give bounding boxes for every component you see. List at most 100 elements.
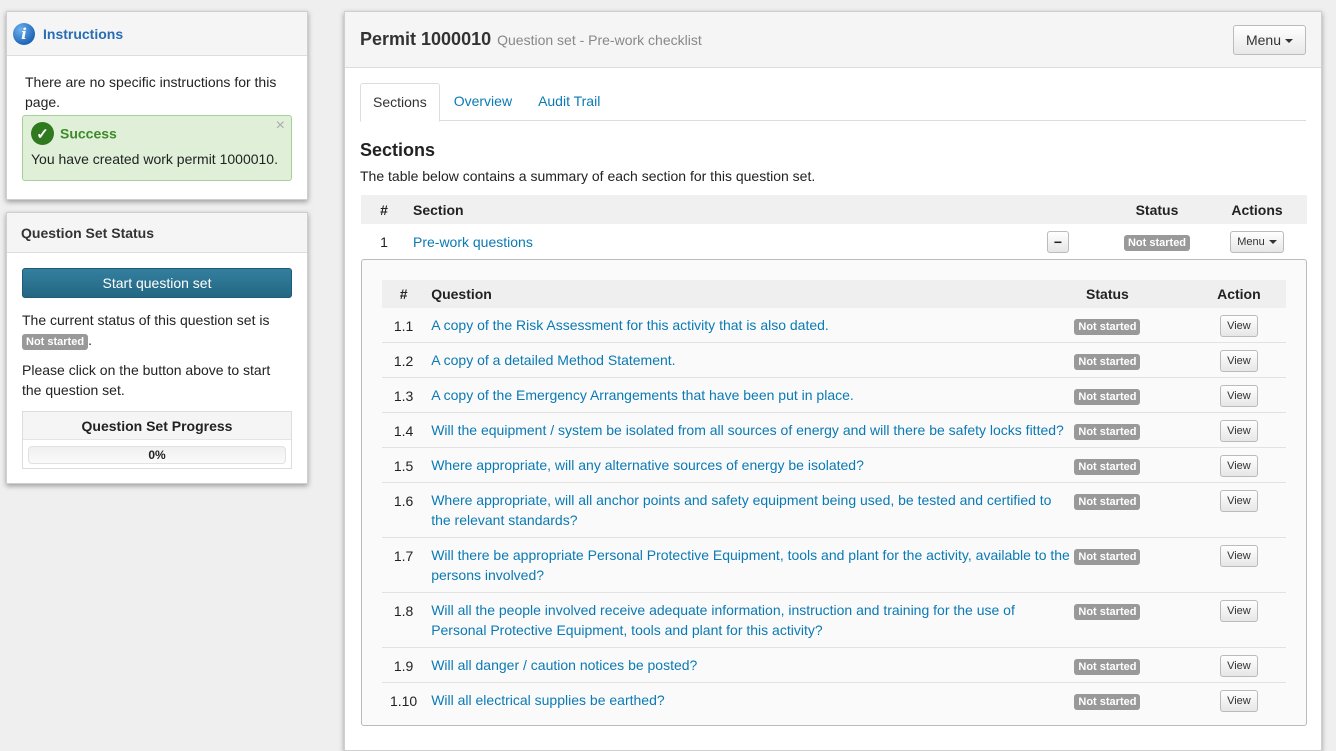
view-button[interactable]: View — [1220, 690, 1258, 712]
question-status-badge: Not started — [1074, 549, 1141, 565]
view-button[interactable]: View — [1220, 455, 1258, 477]
section-menu-label: Menu — [1237, 235, 1265, 248]
question-link[interactable]: A copy of the Risk Assessment for this a… — [431, 317, 829, 333]
question-number: 1.7 — [393, 548, 414, 564]
question-row: 1.3 A copy of the Emergency Arrangements… — [382, 378, 1286, 413]
sections-description: The table below contains a summary of ea… — [360, 168, 816, 184]
q-col-status-header: Status — [1086, 286, 1129, 302]
question-link[interactable]: A copy of the Emergency Arrangements tha… — [431, 387, 854, 403]
question-number: 1.4 — [393, 423, 414, 439]
sections-table: # Section Status Actions 1 Pre-work ques… — [361, 195, 1307, 259]
view-button[interactable]: View — [1220, 315, 1258, 337]
question-link[interactable]: Where appropriate, will all anchor point… — [431, 492, 1051, 528]
question-number: 1.10 — [389, 693, 418, 709]
status-text-before: The current status of this question set … — [22, 312, 270, 328]
view-button[interactable]: View — [1220, 385, 1258, 407]
question-link[interactable]: Where appropriate, will any alternative … — [431, 457, 864, 473]
view-button[interactable]: View — [1220, 420, 1258, 442]
section-row: 1 Pre-work questions − Not started Menu — [361, 224, 1307, 259]
start-instruction: Please click on the button above to star… — [22, 362, 271, 398]
question-set-status-title: Question Set Status — [7, 213, 307, 253]
question-status-badge: Not started — [1074, 354, 1141, 370]
progress-label: 0% — [148, 448, 166, 462]
view-button[interactable]: View — [1220, 600, 1258, 622]
progress-box: Question Set Progress 0% — [22, 411, 292, 469]
status-text-after: . — [88, 332, 92, 348]
instructions-panel: i Instructions There are no specific ins… — [6, 11, 308, 200]
status-text: The current status of this question set … — [22, 310, 292, 350]
question-set-status-panel: Question Set Status Start question set T… — [6, 212, 308, 484]
questions-list: 1.1 A copy of the Risk Assessment for th… — [382, 308, 1286, 717]
close-icon[interactable]: × — [276, 117, 285, 135]
question-row: 1.9 Will all danger / caution notices be… — [382, 648, 1286, 683]
page-subtitle: Question set - Pre-work checklist — [497, 31, 702, 48]
alert-text: You have created work permit 1000010. — [31, 151, 278, 167]
question-status-badge: Not started — [1074, 659, 1141, 675]
question-row: 1.8 Will all the people involved receive… — [382, 593, 1286, 648]
instructions-title: Instructions — [43, 25, 124, 42]
question-status-badge: Not started — [1074, 694, 1141, 710]
section-link[interactable]: Pre-work questions — [413, 234, 533, 250]
info-icon: i — [13, 22, 35, 45]
page-title: Permit 1000010 — [360, 29, 492, 49]
view-button[interactable]: View — [1220, 490, 1258, 512]
question-number: 1.2 — [393, 353, 414, 369]
alert-title: Success — [60, 125, 117, 142]
q-col-num-header: # — [399, 286, 408, 302]
tab-audit-trail[interactable]: Audit Trail — [526, 83, 612, 121]
instructions-text: There are no specific instructions for t… — [25, 74, 277, 110]
question-number: 1.9 — [393, 658, 414, 674]
tab-sections[interactable]: Sections — [360, 83, 440, 122]
question-status-badge: Not started — [1074, 319, 1141, 335]
view-button[interactable]: View — [1220, 350, 1258, 372]
question-link[interactable]: A copy of a detailed Method Statement. — [431, 352, 675, 368]
collapse-button[interactable]: − — [1047, 230, 1069, 253]
question-row: 1.10 Will all electrical supplies be ear… — [382, 683, 1286, 717]
question-link[interactable]: Will all the people involved receive ade… — [431, 602, 1015, 638]
question-row: 1.5 Where appropriate, will any alternat… — [382, 448, 1286, 483]
col-actions-header: Actions — [1231, 201, 1283, 218]
sections-heading: Sections — [360, 140, 436, 160]
question-status-badge: Not started — [1074, 604, 1141, 620]
col-section-header: Section — [413, 201, 464, 218]
view-button[interactable]: View — [1220, 655, 1258, 677]
question-link[interactable]: Will all danger / caution notices be pos… — [431, 657, 697, 673]
col-num-header: # — [380, 201, 388, 218]
view-button[interactable]: View — [1220, 545, 1258, 567]
main-panel: Permit 1000010 Question set - Pre-work c… — [344, 11, 1322, 751]
question-link[interactable]: Will there be appropriate Personal Prote… — [431, 547, 1070, 583]
section-menu-button[interactable]: Menu — [1230, 230, 1284, 253]
questions-table-header: # Question Status Action — [382, 280, 1286, 308]
checkmark-icon: ✓ — [31, 122, 54, 145]
q-col-question-header: Question — [431, 286, 492, 302]
q-col-action-header: Action — [1217, 286, 1261, 302]
question-status-badge: Not started — [1074, 389, 1141, 405]
question-row: 1.4 Will the equipment / system be isola… — [382, 413, 1286, 448]
question-number: 1.5 — [393, 458, 414, 474]
question-row: 1.6 Where appropriate, will all anchor p… — [382, 483, 1286, 538]
menu-button-label: Menu — [1245, 31, 1281, 48]
question-number: 1.1 — [393, 318, 414, 334]
question-link[interactable]: Will all electrical supplies be earthed? — [431, 692, 664, 708]
question-number: 1.8 — [393, 603, 414, 619]
progress-title: Question Set Progress — [23, 412, 291, 440]
caret-down-icon — [1285, 38, 1293, 43]
question-row: 1.7 Will there be appropriate Personal P… — [382, 538, 1286, 593]
section-number: 1 — [380, 233, 388, 250]
status-badge: Not started — [22, 334, 89, 350]
caret-down-icon — [1268, 239, 1277, 244]
start-question-set-button[interactable]: Start question set — [22, 268, 292, 298]
menu-button[interactable]: Menu — [1232, 24, 1306, 55]
question-row: 1.1 A copy of the Risk Assessment for th… — [382, 308, 1286, 343]
question-link[interactable]: Will the equipment / system be isolated … — [431, 422, 1064, 438]
question-status-badge: Not started — [1074, 424, 1141, 440]
tab-overview[interactable]: Overview — [442, 83, 524, 121]
progress-bar: 0% — [28, 446, 286, 464]
question-row: 1.2 A copy of a detailed Method Statemen… — [382, 343, 1286, 378]
question-number: 1.3 — [393, 388, 414, 404]
main-header: Permit 1000010 Question set - Pre-work c… — [345, 12, 1321, 68]
question-number: 1.6 — [393, 493, 414, 509]
question-status-badge: Not started — [1074, 459, 1141, 475]
section-status-badge: Not started — [1123, 234, 1191, 251]
sections-table-header: # Section Status Actions — [361, 195, 1307, 224]
